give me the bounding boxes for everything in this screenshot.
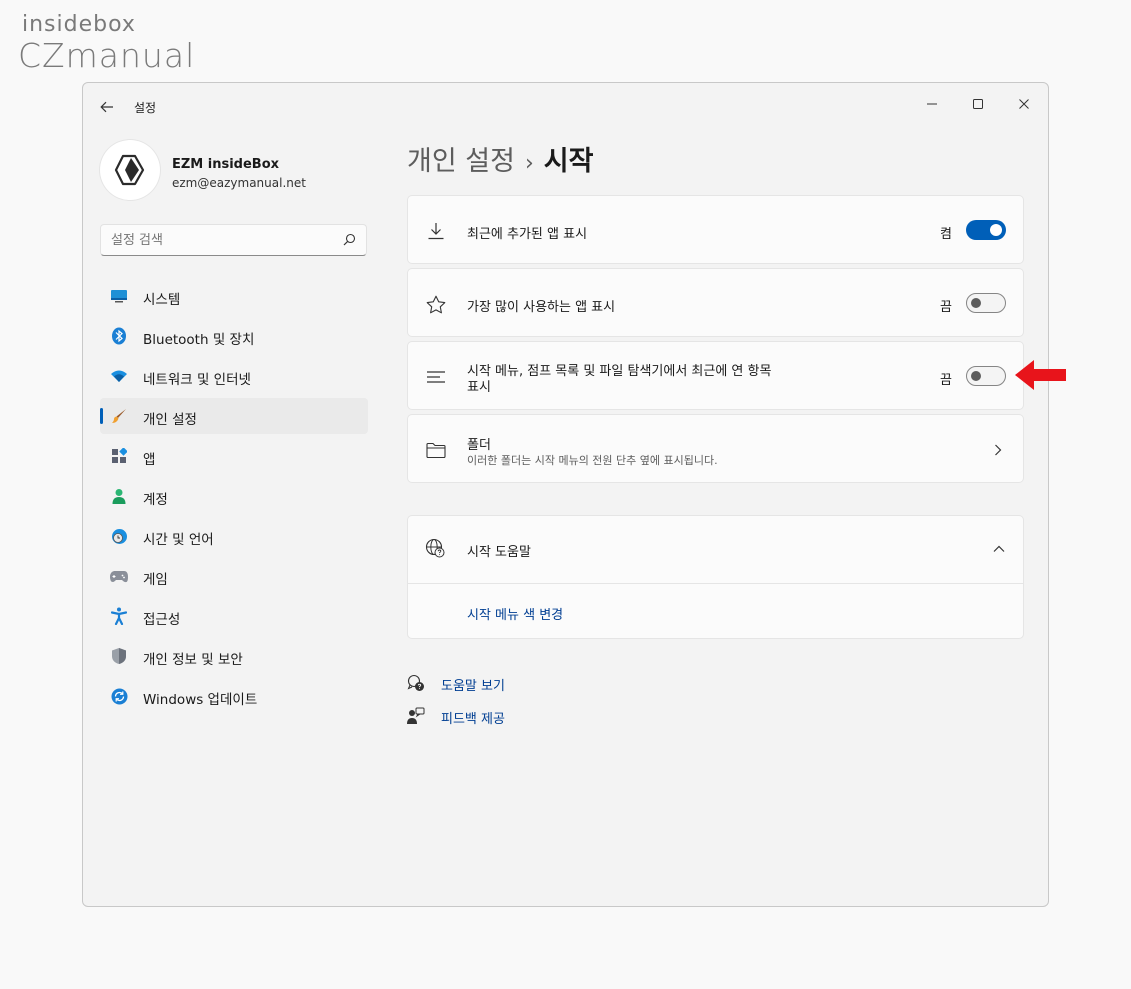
- sidebar-item-windows-update[interactable]: Windows 업데이트: [100, 678, 368, 714]
- breadcrumb-parent[interactable]: 개인 설정: [407, 146, 515, 177]
- gamepad-icon: [110, 567, 128, 585]
- chevron-right-icon: [995, 444, 1002, 456]
- page-title: 시작: [543, 146, 594, 177]
- setting-label: 폴더: [467, 438, 491, 453]
- bluetooth-icon: [110, 327, 128, 345]
- change-start-menu-color-link[interactable]: 시작 메뉴 색 변경: [467, 604, 563, 623]
- setting-label: 가장 많이 사용하는 앱 표시: [467, 300, 616, 315]
- sidebar-item-bluetooth[interactable]: Bluetooth 및 장치: [100, 318, 368, 354]
- setting-label-line1: 시작 메뉴, 점프 목록 및 파일 탐색기에서 최근에 연 항목: [467, 364, 772, 379]
- setting-label-line2: 표시: [467, 380, 491, 395]
- red-arrow-icon: [1015, 360, 1066, 390]
- shield-icon: [110, 647, 128, 665]
- apps-icon: [110, 447, 128, 465]
- update-icon: [110, 687, 128, 705]
- recent-items-toggle[interactable]: [966, 366, 1006, 386]
- person-icon: [110, 487, 128, 505]
- sidebar-item-accessibility[interactable]: 접근성: [100, 598, 368, 634]
- close-icon: [1019, 99, 1029, 109]
- brush-icon: [110, 407, 128, 425]
- toggle-knob: [990, 224, 1002, 236]
- settings-window: 설정 EZM insideBox ezm@eazymanual.net 설정 검…: [82, 82, 1049, 907]
- search-input[interactable]: [111, 233, 331, 248]
- help-chat-icon: [407, 674, 425, 692]
- title-bar: 설정: [83, 83, 1048, 127]
- active-indicator: [100, 408, 103, 424]
- profile-name: EZM insideBox: [172, 157, 280, 172]
- minimize-button[interactable]: [912, 89, 952, 119]
- watermark-insidebox: insidebox: [22, 12, 136, 37]
- most-used-toggle[interactable]: [966, 293, 1006, 313]
- sidebar-item-label: Windows 업데이트: [143, 692, 258, 708]
- sidebar-item-label: 네트워크 및 인터넷: [143, 372, 251, 388]
- profile-email: ezm@eazymanual.net: [172, 176, 306, 190]
- give-feedback-label: 피드백 제공: [441, 712, 505, 727]
- get-help-label: 도움말 보기: [441, 679, 505, 694]
- minimize-icon: [927, 103, 937, 105]
- sidebar-item-system[interactable]: 시스템: [100, 278, 368, 314]
- sidebar-item-privacy[interactable]: 개인 정보 및 보안: [100, 638, 368, 674]
- setting-label: 최근에 추가된 앱 표시: [467, 227, 588, 242]
- sidebar-item-label: 계정: [143, 492, 168, 508]
- chevron-up-icon[interactable]: [993, 545, 1005, 553]
- toggle-state-label: 끔: [940, 300, 952, 315]
- sidebar-item-accounts[interactable]: 계정: [100, 478, 368, 514]
- sidebar-item-label: 시스템: [143, 292, 181, 308]
- maximize-button[interactable]: [958, 89, 998, 119]
- folder-icon: [425, 439, 447, 461]
- list-icon: [425, 366, 447, 388]
- toggle-state-label: 켬: [940, 227, 952, 242]
- wifi-icon: [110, 367, 128, 385]
- sidebar-item-label: 개인 설정: [143, 412, 197, 428]
- sidebar-item-label: 앱: [143, 452, 156, 468]
- sidebar-item-label: 접근성: [143, 612, 181, 628]
- sidebar-item-personalization[interactable]: 개인 설정: [100, 398, 368, 434]
- sidebar-item-label: 개인 정보 및 보안: [143, 652, 243, 668]
- globe-clock-icon: [110, 527, 128, 545]
- setting-folders[interactable]: 폴더 이러한 폴더는 시작 메뉴의 전원 단추 옆에 표시됩니다.: [407, 414, 1024, 483]
- arrow-left-icon: [100, 101, 113, 113]
- setting-recent-apps: 최근에 추가된 앱 표시 켬: [407, 195, 1024, 264]
- sidebar-nav: 시스템 Bluetooth 및 장치 네트워크 및 인터넷 개인 설정 앱 계정…: [100, 278, 368, 718]
- hexagon-logo-icon: [114, 154, 145, 186]
- back-button[interactable]: [97, 97, 117, 117]
- monitor-icon: [110, 287, 128, 305]
- sidebar-item-label: Bluetooth 및 장치: [143, 332, 255, 348]
- avatar: [100, 140, 160, 200]
- window-title: 설정: [134, 101, 157, 115]
- search-icon[interactable]: [343, 233, 356, 246]
- toggle-state-label: 끔: [940, 373, 952, 388]
- help-title: 시작 도움말: [467, 545, 531, 560]
- sidebar-item-time-language[interactable]: 시간 및 언어: [100, 518, 368, 554]
- globe-question-icon: [425, 538, 447, 560]
- close-button[interactable]: [1004, 89, 1044, 119]
- breadcrumb-separator: ›: [524, 151, 534, 176]
- sidebar-item-network[interactable]: 네트워크 및 인터넷: [100, 358, 368, 394]
- settings-search[interactable]: [100, 224, 367, 256]
- breadcrumb: 개인 설정 › 시작: [407, 139, 593, 178]
- watermark-czmanual: CZmanual: [18, 36, 196, 75]
- sidebar-item-apps[interactable]: 앱: [100, 438, 368, 474]
- star-icon: [425, 293, 447, 315]
- start-help-section: 시작 도움말 시작 메뉴 색 변경: [407, 515, 1024, 639]
- setting-most-used: 가장 많이 사용하는 앱 표시 끔: [407, 268, 1024, 337]
- recent-apps-toggle[interactable]: [966, 220, 1006, 240]
- sidebar-item-label: 시간 및 언어: [143, 532, 214, 548]
- feedback-icon: [407, 707, 425, 725]
- download-icon: [425, 220, 447, 242]
- divider: [408, 583, 1023, 584]
- accessibility-icon: [110, 607, 128, 625]
- maximize-icon: [973, 99, 983, 109]
- toggle-knob: [971, 298, 981, 308]
- setting-recent-items: 시작 메뉴, 점프 목록 및 파일 탐색기에서 최근에 연 항목 표시 끔: [407, 341, 1024, 410]
- sidebar-item-label: 게임: [143, 572, 168, 588]
- sidebar-item-gaming[interactable]: 게임: [100, 558, 368, 594]
- setting-description: 이러한 폴더는 시작 메뉴의 전원 단추 옆에 표시됩니다.: [467, 454, 718, 467]
- toggle-knob: [971, 371, 981, 381]
